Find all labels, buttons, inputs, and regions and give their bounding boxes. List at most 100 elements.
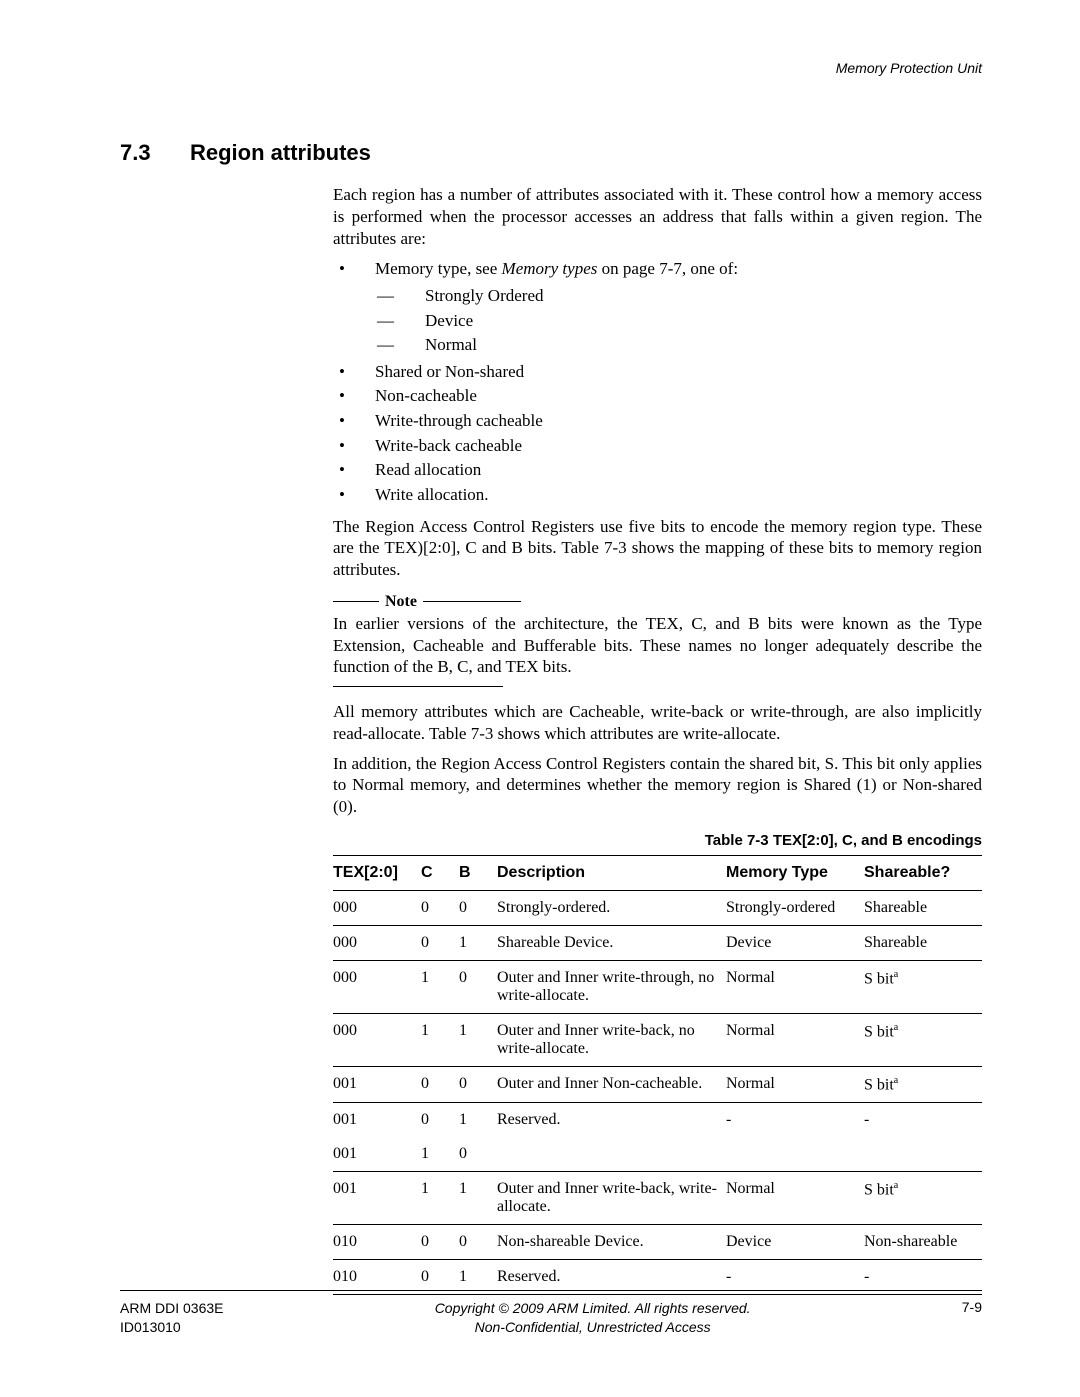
table-cell: Outer and Inner write-through, no write-… bbox=[497, 960, 726, 1013]
table-row: 00001Shareable Device.DeviceShareable bbox=[333, 925, 982, 960]
footer-left: ARM DDI 0363E ID013010 bbox=[120, 1299, 223, 1337]
note-rule-right bbox=[423, 601, 521, 602]
paragraph-cacheable: All memory attributes which are Cacheabl… bbox=[333, 701, 982, 745]
table-cell: Shareable bbox=[864, 890, 982, 925]
sub-normal: Normal bbox=[375, 333, 982, 358]
table-header-row: TEX[2:0] C B Description Memory Type Sha… bbox=[333, 855, 982, 890]
table-cell: S bita bbox=[864, 1172, 982, 1225]
section-title: Region attributes bbox=[190, 140, 371, 166]
note-end-rule bbox=[333, 686, 503, 687]
table-cell: 0 bbox=[421, 890, 459, 925]
footer-confidentiality: Non-Confidential, Unrestricted Access bbox=[475, 1319, 711, 1335]
table-caption: Table 7-3 TEX[2:0], C, and B encodings bbox=[333, 832, 982, 849]
table-row: 00101Reserved.-- bbox=[333, 1103, 982, 1138]
table-cell: 000 bbox=[333, 1013, 421, 1066]
th-memtype: Memory Type bbox=[726, 855, 864, 890]
th-share: Shareable? bbox=[864, 855, 982, 890]
table-cell: 0 bbox=[459, 1225, 497, 1260]
footer-doc-id: ARM DDI 0363E bbox=[120, 1300, 223, 1316]
th-desc: Description bbox=[497, 855, 726, 890]
table-cell: Shareable Device. bbox=[497, 925, 726, 960]
bullet-non-cacheable: Non-cacheable bbox=[333, 384, 982, 409]
bullet-read-alloc: Read allocation bbox=[333, 458, 982, 483]
page-footer: ARM DDI 0363E ID013010 Copyright © 2009 … bbox=[120, 1290, 982, 1337]
table-cell: Outer and Inner Non-cacheable. bbox=[497, 1066, 726, 1102]
table-cell: Non-shareable Device. bbox=[497, 1225, 726, 1260]
bullet-text-post: on page 7-7, one of: bbox=[597, 259, 738, 278]
bullet-text-pre: Memory type, see bbox=[375, 259, 502, 278]
table-cell: 000 bbox=[333, 925, 421, 960]
table-cell: 1 bbox=[459, 1103, 497, 1138]
table-cell: S bita bbox=[864, 1066, 982, 1102]
table-cell: Normal bbox=[726, 1172, 864, 1225]
table-row: 00111Outer and Inner write-back, write-a… bbox=[333, 1172, 982, 1225]
table-cell: 1 bbox=[421, 1137, 459, 1172]
table-row: 00100Outer and Inner Non-cacheable.Norma… bbox=[333, 1066, 982, 1102]
bullet-write-through: Write-through cacheable bbox=[333, 409, 982, 434]
paragraph-shared-bit: In addition, the Region Access Control R… bbox=[333, 753, 982, 818]
page: Memory Protection Unit 7.3 Region attrib… bbox=[0, 0, 1080, 1397]
bullet-memory-type: Memory type, see Memory types on page 7-… bbox=[333, 257, 982, 358]
note-block: Note In earlier versions of the architec… bbox=[333, 593, 982, 687]
table-cell: 1 bbox=[421, 1013, 459, 1066]
table-cell: 0 bbox=[459, 890, 497, 925]
note-label: Note bbox=[385, 593, 417, 611]
sub-strongly-ordered: Strongly Ordered bbox=[375, 284, 982, 309]
body-column: Each region has a number of attributes a… bbox=[333, 184, 982, 1295]
th-tex: TEX[2:0] bbox=[333, 855, 421, 890]
paragraph-encoding: The Region Access Control Registers use … bbox=[333, 516, 982, 581]
section-number: 7.3 bbox=[120, 140, 190, 166]
footer-copyright: Copyright © 2009 ARM Limited. All rights… bbox=[435, 1300, 751, 1316]
table-cell: Device bbox=[726, 1225, 864, 1260]
th-b: B bbox=[459, 855, 497, 890]
table-cell: S bita bbox=[864, 1013, 982, 1066]
attribute-bullets: Memory type, see Memory types on page 7-… bbox=[333, 257, 982, 507]
table-cell: 1 bbox=[459, 1013, 497, 1066]
table-row: 00110 bbox=[333, 1137, 982, 1172]
note-rule-left bbox=[333, 601, 379, 602]
table-cell: 000 bbox=[333, 960, 421, 1013]
table-row: 00011Outer and Inner write-back, no writ… bbox=[333, 1013, 982, 1066]
table-cell: 000 bbox=[333, 890, 421, 925]
footer-page-num: 7-9 bbox=[962, 1299, 982, 1315]
table-cell: Normal bbox=[726, 960, 864, 1013]
table-cell: 0 bbox=[459, 1066, 497, 1102]
table-cell: 0 bbox=[459, 960, 497, 1013]
encoding-table: TEX[2:0] C B Description Memory Type Sha… bbox=[333, 855, 982, 1295]
note-body: In earlier versions of the architecture,… bbox=[333, 613, 982, 678]
footer-center: Copyright © 2009 ARM Limited. All rights… bbox=[435, 1299, 751, 1337]
table-cell: Normal bbox=[726, 1066, 864, 1102]
table-cell bbox=[497, 1137, 726, 1172]
table-cell: Reserved. bbox=[497, 1103, 726, 1138]
bullet-write-alloc: Write allocation. bbox=[333, 483, 982, 508]
table-cell: 001 bbox=[333, 1103, 421, 1138]
bullet-text-em: Memory types bbox=[502, 259, 598, 278]
table-cell: Outer and Inner write-back, write-alloca… bbox=[497, 1172, 726, 1225]
table-cell bbox=[864, 1137, 982, 1172]
table-cell: 0 bbox=[421, 925, 459, 960]
table-cell: Non-shareable bbox=[864, 1225, 982, 1260]
table-cell: 1 bbox=[459, 925, 497, 960]
table-cell: 010 bbox=[333, 1225, 421, 1260]
table-row: 00000Strongly-ordered.Strongly-orderedSh… bbox=[333, 890, 982, 925]
table-cell: Normal bbox=[726, 1013, 864, 1066]
table-cell: 001 bbox=[333, 1066, 421, 1102]
section-heading: 7.3 Region attributes bbox=[120, 140, 982, 166]
sub-device: Device bbox=[375, 309, 982, 334]
table-cell: Strongly-ordered. bbox=[497, 890, 726, 925]
table-cell: Shareable bbox=[864, 925, 982, 960]
table-cell: 001 bbox=[333, 1137, 421, 1172]
table-cell: 1 bbox=[459, 1172, 497, 1225]
table-cell: Strongly-ordered bbox=[726, 890, 864, 925]
bullet-shared: Shared or Non-shared bbox=[333, 360, 982, 385]
table-cell: 0 bbox=[421, 1225, 459, 1260]
table-cell: - bbox=[864, 1103, 982, 1138]
table-row: 00010Outer and Inner write-through, no w… bbox=[333, 960, 982, 1013]
table-cell: 001 bbox=[333, 1172, 421, 1225]
table-cell: 0 bbox=[421, 1103, 459, 1138]
bullet-write-back: Write-back cacheable bbox=[333, 434, 982, 459]
th-c: C bbox=[421, 855, 459, 890]
table-cell: Device bbox=[726, 925, 864, 960]
table-row: 01000Non-shareable Device.DeviceNon-shar… bbox=[333, 1225, 982, 1260]
table-cell: Outer and Inner write-back, no write-all… bbox=[497, 1013, 726, 1066]
